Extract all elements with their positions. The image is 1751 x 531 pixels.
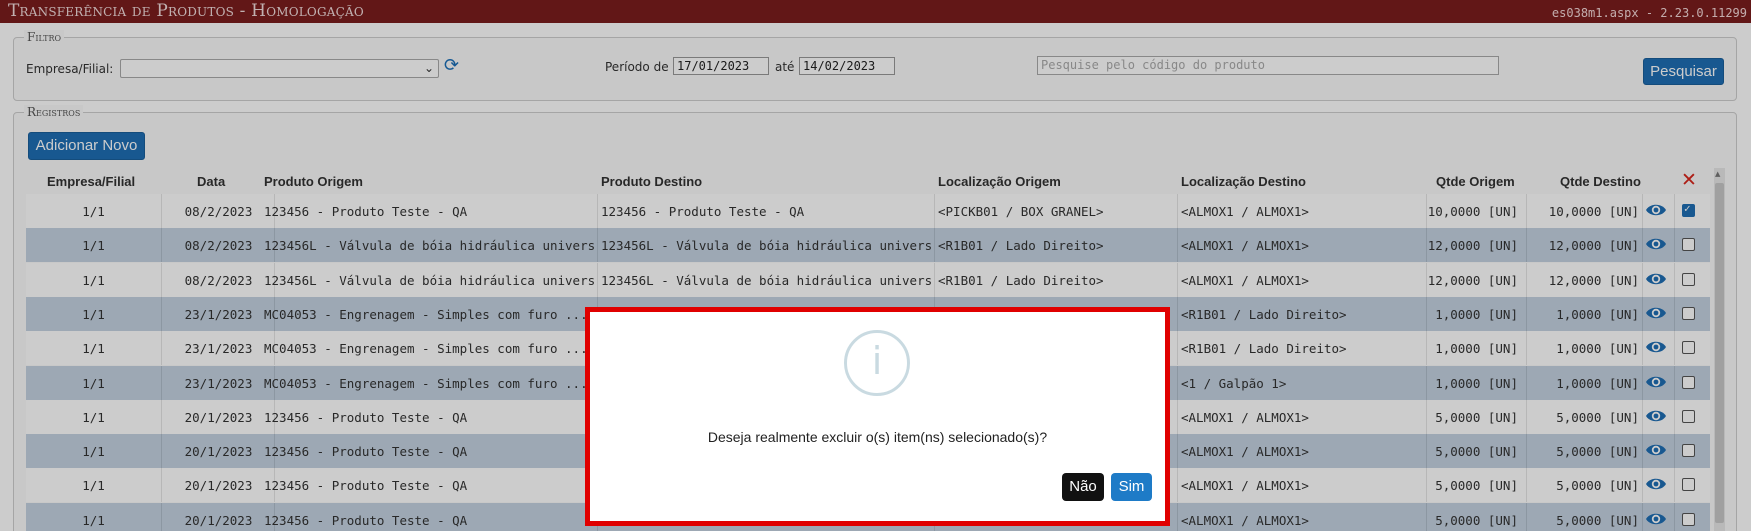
confirm-dialog: i Deseja realmente excluir o(s) item(ns)… <box>585 307 1170 526</box>
no-button[interactable]: Não <box>1062 473 1104 501</box>
dialog-message: Deseja realmente excluir o(s) item(ns) s… <box>707 429 1048 445</box>
yes-button[interactable]: Sim <box>1111 473 1152 501</box>
info-icon: i <box>844 330 910 396</box>
